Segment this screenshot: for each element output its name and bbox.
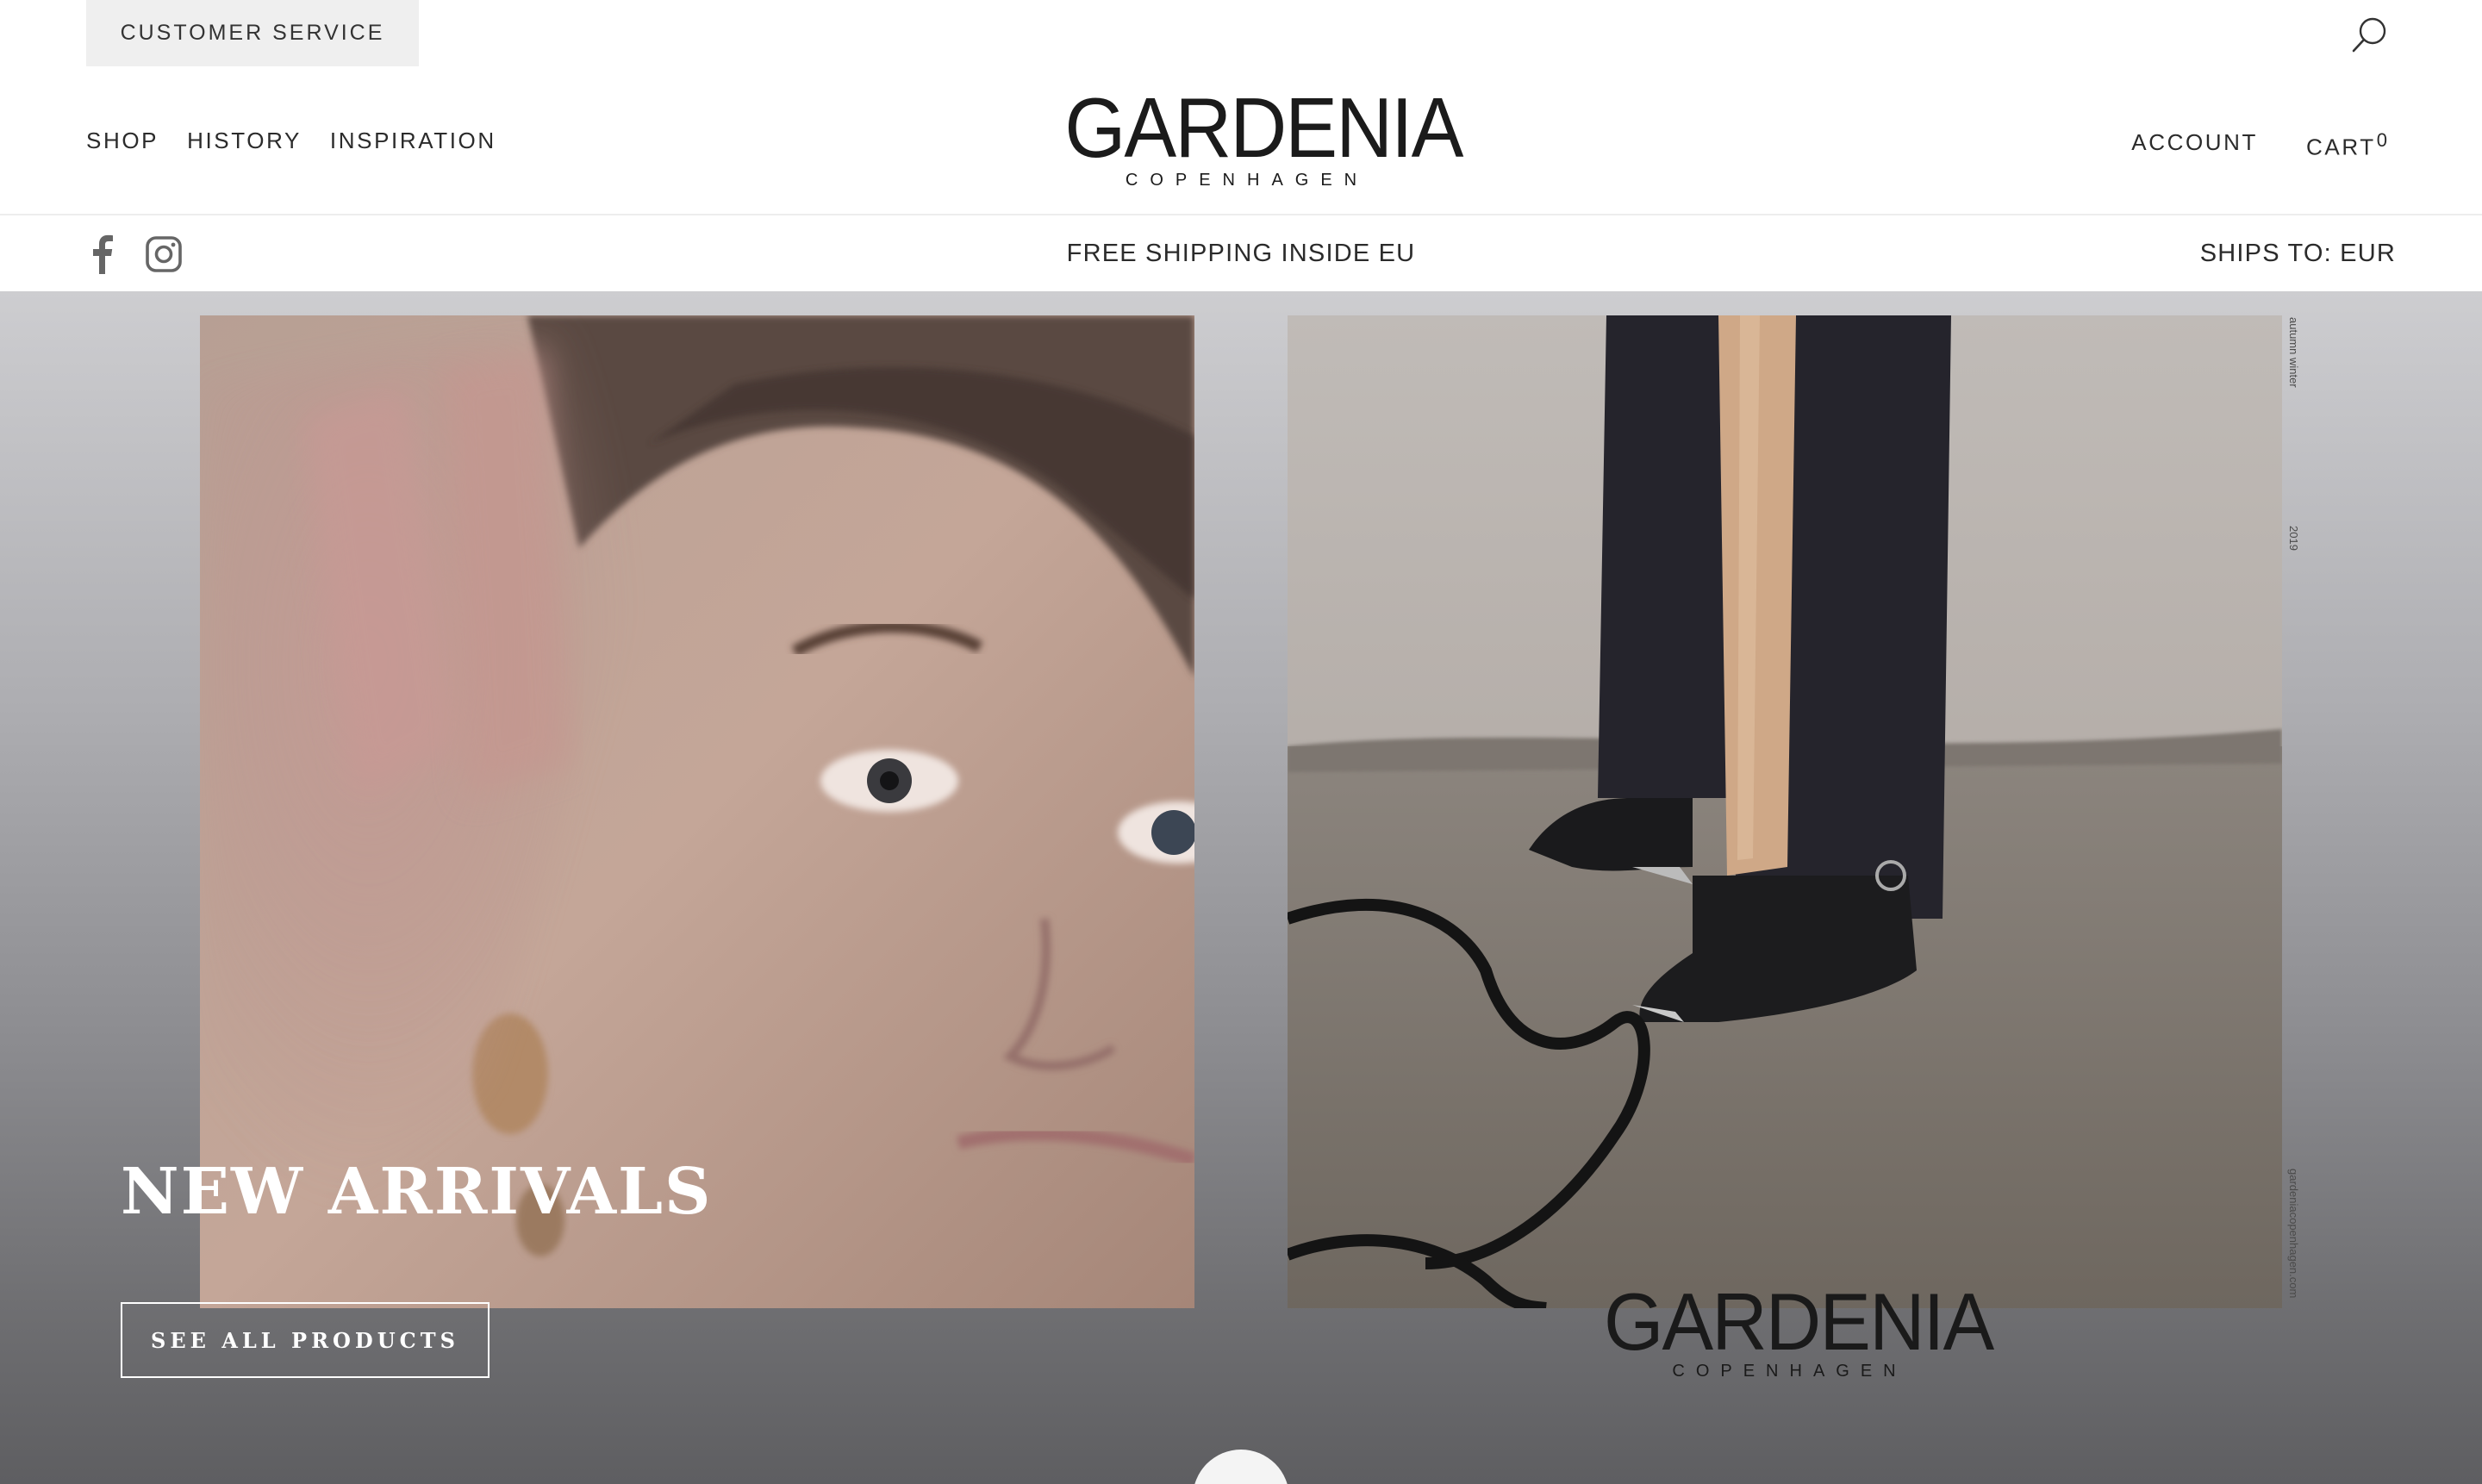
side-caption-year: 2019 <box>2287 526 2300 551</box>
hero-logo: GARDENIA COPENHAGEN <box>1594 1276 1994 1381</box>
main-nav: SHOP HISTORY INSPIRATION <box>86 128 496 154</box>
nav-inspiration[interactable]: INSPIRATION <box>330 128 496 154</box>
account-link[interactable]: ACCOUNT <box>2131 129 2258 156</box>
cart-count-badge: 0 <box>2376 129 2387 151</box>
header-divider <box>0 214 2482 215</box>
side-caption-season: autumn winter <box>2287 317 2300 388</box>
site-logo[interactable]: GARDENIA COPENHAGEN <box>1051 80 1463 190</box>
side-caption-url: gardeniacopenhagen.com <box>2287 1169 2300 1299</box>
currency-selector[interactable]: SHIPS TO: EUR <box>2200 240 2396 268</box>
hero-banner[interactable]: autumn winter 2019 gardeniacopenhagen.co… <box>0 291 2482 1484</box>
nav-shop[interactable]: SHOP <box>86 128 159 154</box>
cart-link[interactable]: CART0 <box>2306 129 2387 161</box>
customer-service-label: CUSTOMER SERVICE <box>120 21 385 45</box>
search-button[interactable] <box>2346 12 2392 59</box>
slider-dot[interactable] <box>1193 1450 1289 1484</box>
hero-title: NEW ARRIVALS <box>121 1155 713 1229</box>
customer-service-button[interactable]: CUSTOMER SERVICE <box>86 0 419 66</box>
nav-history[interactable]: HISTORY <box>187 128 302 154</box>
cart-label: CART <box>2306 134 2376 160</box>
shipping-announcement: FREE SHIPPING INSIDE EU <box>1066 240 1416 267</box>
search-icon <box>2352 17 2386 53</box>
logo-wordmark: GARDENIA <box>1064 80 1463 175</box>
see-all-products-button[interactable]: SEE ALL PRODUCTS <box>121 1302 490 1378</box>
hero-logo-wordmark: GARDENIA <box>1604 1276 1994 1367</box>
hero-boots-image <box>1288 315 2282 1308</box>
account-nav: ACCOUNT CART0 <box>2131 129 2387 161</box>
